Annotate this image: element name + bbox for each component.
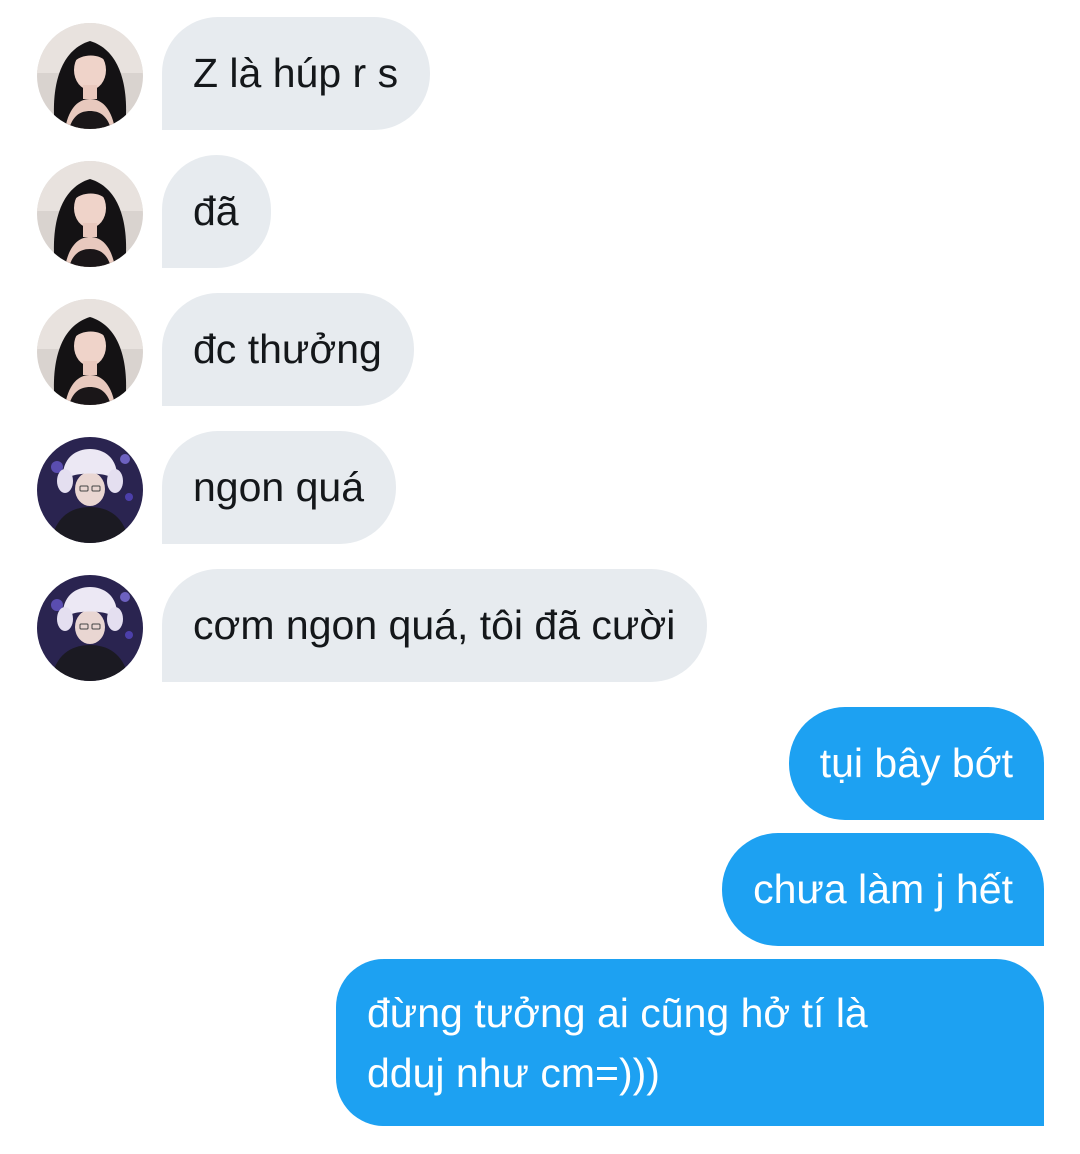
message-text-line: dduj như cm=))) bbox=[367, 1050, 660, 1096]
avatar[interactable] bbox=[37, 437, 143, 543]
message-bubble-incoming: ngon quá bbox=[162, 431, 397, 544]
message-bubble-incoming: cơm ngon quá, tôi đã cười bbox=[162, 569, 708, 682]
avatar-girl-icon bbox=[37, 299, 143, 405]
message-text-line: đừng tưởng ai cũng hở tí là bbox=[367, 990, 868, 1036]
avatar-boy-icon bbox=[37, 437, 143, 543]
avatar[interactable] bbox=[37, 299, 143, 405]
message-bubble-outgoing: đừng tưởng ai cũng hở tí là dduj như cm=… bbox=[336, 959, 1044, 1126]
message-bubble-outgoing: chưa làm j hết bbox=[722, 833, 1044, 946]
message-bubble-outgoing: tụi bây bớt bbox=[788, 707, 1044, 820]
message-bubble-incoming: đc thưởng bbox=[162, 293, 414, 406]
avatar-girl-icon bbox=[37, 23, 143, 129]
avatar-boy-icon bbox=[37, 575, 143, 681]
avatar-girl-icon bbox=[37, 161, 143, 267]
avatar[interactable] bbox=[37, 575, 143, 681]
avatar[interactable] bbox=[37, 161, 143, 267]
avatar[interactable] bbox=[37, 23, 143, 129]
message-bubble-incoming: đã bbox=[162, 155, 271, 268]
message-text: chưa làm j hết bbox=[753, 866, 1013, 912]
message-bubble-incoming: Z là húp r s bbox=[162, 17, 431, 130]
message-text: tụi bây bớt bbox=[819, 740, 1013, 786]
